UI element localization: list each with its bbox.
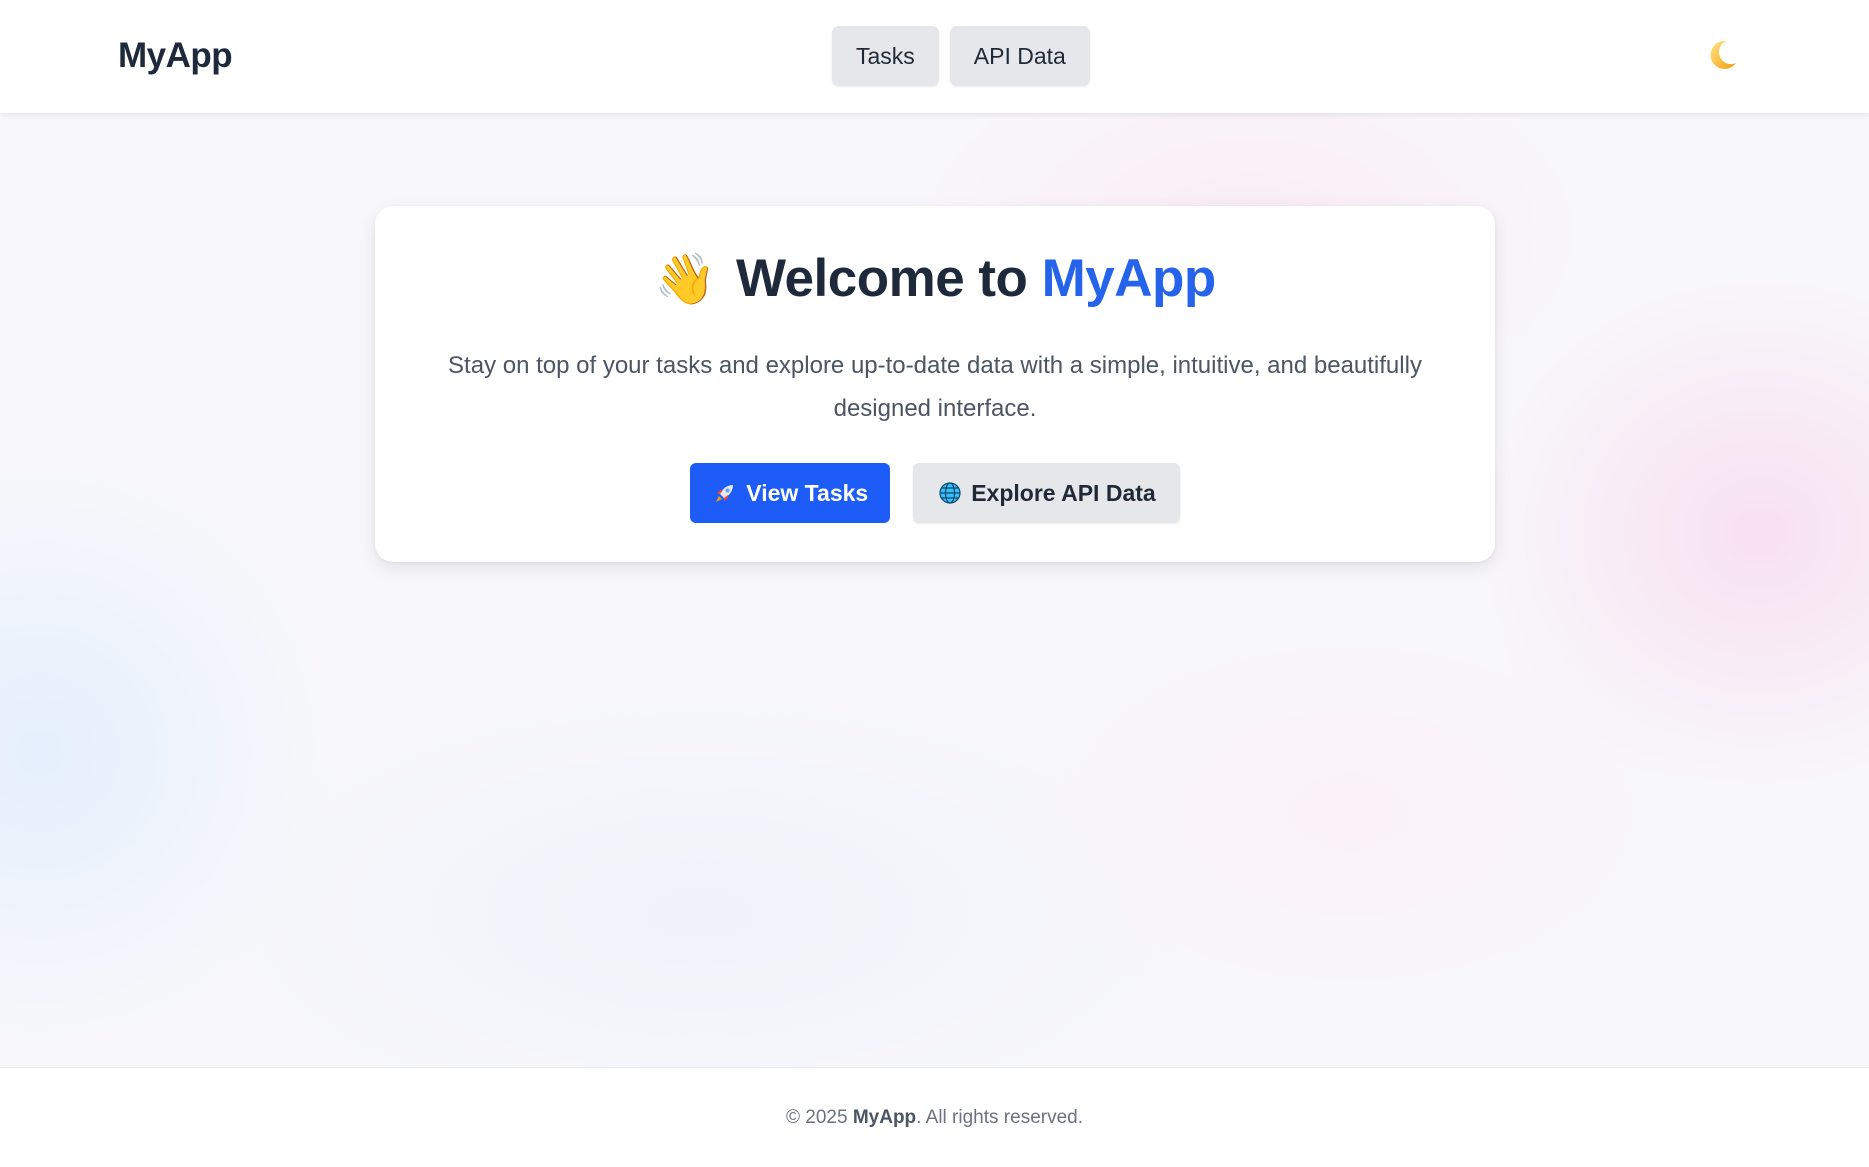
copyright-suffix: . All rights reserved. xyxy=(916,1106,1083,1128)
theme-toggle-button[interactable] xyxy=(1700,33,1744,77)
waving-hand-icon: 👋 xyxy=(654,250,716,307)
welcome-title-prefix: Welcome to xyxy=(735,249,1042,308)
moon-icon xyxy=(1710,40,1736,69)
view-tasks-button[interactable]: View Tasks xyxy=(690,463,891,523)
copyright-prefix: © 2025 xyxy=(786,1106,853,1128)
rocket-icon xyxy=(712,480,738,506)
explore-api-data-label: Explore API Data xyxy=(971,479,1156,506)
globe-icon xyxy=(937,480,963,506)
welcome-title-brand: MyApp xyxy=(1041,249,1217,308)
app-logo[interactable]: MyApp xyxy=(118,36,233,76)
footer: © 2025 MyApp. All rights reserved. xyxy=(0,1067,1869,1167)
nav-tasks-button[interactable]: Tasks xyxy=(832,26,939,86)
welcome-card: 👋 Welcome to MyApp Stay on top of your t… xyxy=(375,206,1495,562)
welcome-heading: 👋 Welcome to MyApp xyxy=(375,248,1495,309)
page: MyApp Tasks API Data 👋 Welcome to MyApp … xyxy=(0,0,1869,1167)
main-content: 👋 Welcome to MyApp Stay on top of your t… xyxy=(0,113,1869,1067)
copyright-text: © 2025 MyApp. All rights reserved. xyxy=(786,1107,1083,1129)
footer-brand: MyApp xyxy=(852,1106,917,1128)
view-tasks-label: View Tasks xyxy=(746,479,869,506)
welcome-description: Stay on top of your tasks and explore up… xyxy=(448,352,1422,422)
hero-actions: View Tasks Explore API Data xyxy=(375,463,1495,523)
main-nav: Tasks API Data xyxy=(832,26,1090,86)
top-nav-bar: MyApp Tasks API Data xyxy=(0,0,1869,113)
nav-api-data-button[interactable]: API Data xyxy=(949,26,1090,86)
explore-api-data-button[interactable]: Explore API Data xyxy=(913,463,1180,523)
